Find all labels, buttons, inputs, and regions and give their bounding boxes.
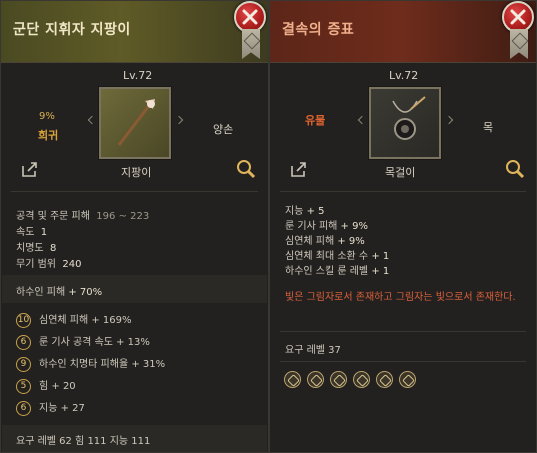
- class-icon: [376, 371, 393, 388]
- engraving-row: 9 하수인 치명타 피해율 + 31%: [16, 355, 165, 372]
- equip-slot: 목: [483, 121, 494, 134]
- equip-slot: 양손: [213, 123, 234, 136]
- tooltip-header: 군단 지휘자 지팡이: [1, 1, 268, 63]
- item-icon-frame: [99, 87, 171, 159]
- inspect-button[interactable]: [504, 158, 526, 180]
- item-name: 군단 지휘자 지팡이: [13, 22, 131, 38]
- close-icon: [242, 9, 258, 25]
- magnify-icon: [237, 160, 256, 179]
- inspect-button[interactable]: [235, 158, 257, 180]
- stat-line: 심연체 피해 + 9%: [285, 236, 365, 247]
- engraving-row: 6 지능 + 27: [16, 399, 85, 416]
- stat-crit: 치명도 8: [16, 243, 57, 254]
- rune-level-badge: 9: [16, 356, 31, 372]
- item-name: 결속의 증표: [282, 22, 355, 38]
- share-icon: [291, 162, 306, 177]
- class-icon: [399, 371, 416, 388]
- stat-line: 심연체 최대 소환 수 + 1: [285, 251, 390, 262]
- class-icon: [284, 371, 301, 388]
- chevron-left-icon: [357, 115, 367, 125]
- implicit-stat: 하수인 피해 + 70%: [16, 287, 103, 298]
- divider: [11, 191, 258, 192]
- divider: [280, 361, 526, 362]
- rune-level-badge: 10: [16, 312, 31, 328]
- engraving-row: 6룬 기사 공격 속도 + 13%: [16, 333, 150, 350]
- item-tooltip-necklace: 결속의 증표 Lv.72 유물 목 목걸이 지능 + 5 룬 기사 피해 + 9…: [269, 0, 537, 453]
- item-grade: 유물: [305, 114, 326, 127]
- engraving-row: 5힘 + 20: [16, 377, 76, 394]
- rune-level-badge: 5: [16, 378, 31, 394]
- rune-level-badge: 6: [16, 400, 31, 416]
- necklace-icon: [392, 96, 426, 140]
- close-button[interactable]: [502, 1, 534, 33]
- share-button[interactable]: [288, 158, 310, 180]
- share-icon: [22, 162, 37, 177]
- stat-attack: 공격 및 주문 피해 196 ~ 223: [16, 211, 150, 222]
- stat-line: 하수인 스킬 룬 레벨 + 1: [285, 266, 390, 277]
- chevron-right-icon: [444, 115, 454, 125]
- divider: [280, 191, 526, 192]
- grade-percent: 9%: [39, 111, 55, 122]
- requirement-text: 요구 레벨 37: [285, 345, 341, 356]
- item-level: Lv.72: [123, 69, 153, 82]
- share-button[interactable]: [19, 158, 41, 180]
- class-icon: [307, 371, 324, 388]
- staff-icon: [117, 99, 155, 146]
- flavor-text: 빛은 그림자로서 존재하고 그림자는 빛으로서 존재한다.: [285, 292, 516, 303]
- class-icon-row: [284, 371, 422, 392]
- item-level: Lv.72: [389, 69, 419, 82]
- stat-speed: 속도 1: [16, 227, 48, 238]
- chevron-left-icon: [87, 115, 97, 125]
- class-icon: [353, 371, 370, 388]
- divider: [280, 331, 526, 332]
- item-tooltip-staff: 군단 지휘자 지팡이 Lv.72 9% 희귀 양손 지팡이 공격 및 주문 피해…: [0, 0, 269, 453]
- stat-line: 룬 기사 피해 + 9%: [285, 221, 368, 232]
- close-button[interactable]: [234, 1, 266, 33]
- engraving-row: 10 심연체 피해 + 169%: [16, 312, 132, 328]
- item-type: 지팡이: [121, 166, 152, 179]
- chevron-right-icon: [174, 115, 184, 125]
- stat-line: 지능 + 5: [285, 206, 325, 217]
- stat-range: 무기 범위 240: [16, 259, 82, 270]
- close-icon: [510, 9, 526, 25]
- class-icon: [330, 371, 347, 388]
- requirement-text: 요구 레벨 62 힘 111 지능 111: [16, 436, 151, 447]
- item-icon-frame: [369, 87, 441, 159]
- bookmark-ribbon-icon[interactable]: [242, 29, 260, 59]
- item-type: 목걸이: [385, 166, 416, 179]
- item-grade: 희귀: [38, 129, 59, 142]
- rune-level-badge: 6: [16, 334, 31, 350]
- tooltip-header: 결속의 증표: [270, 1, 536, 63]
- bookmark-ribbon-icon[interactable]: [510, 29, 528, 59]
- magnify-icon: [506, 160, 525, 179]
